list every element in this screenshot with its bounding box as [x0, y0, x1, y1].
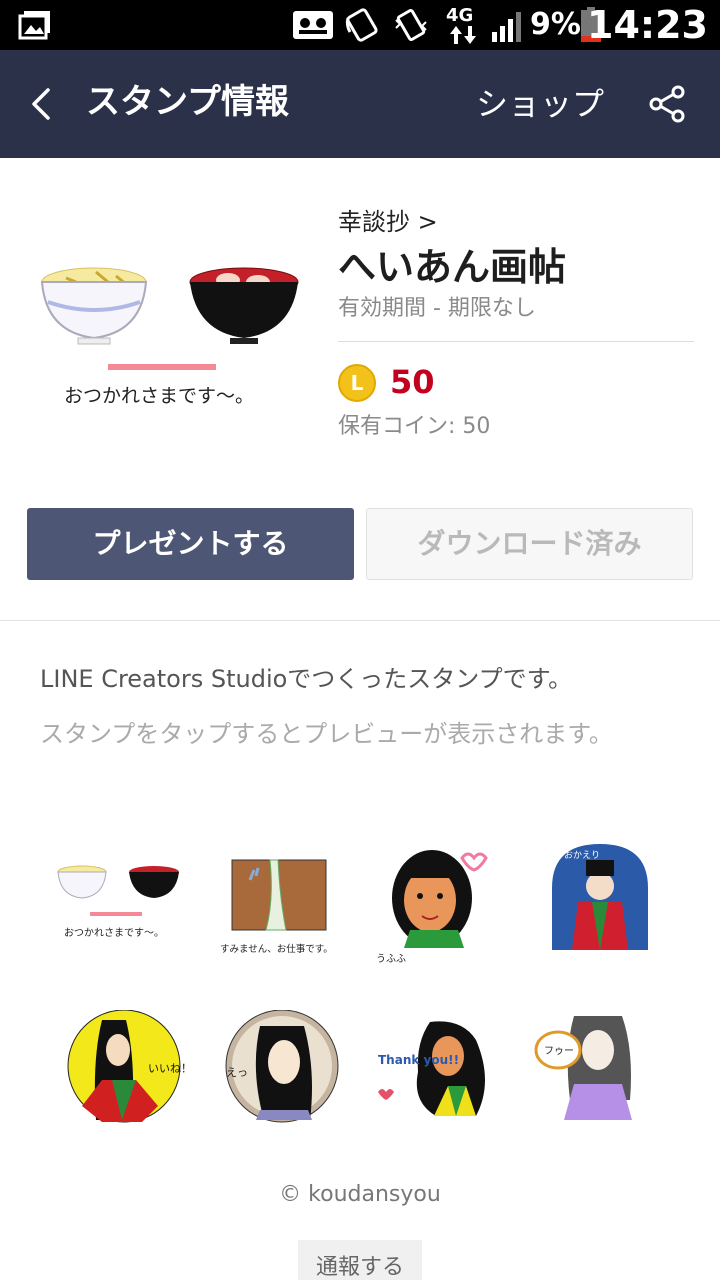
svg-text:すみません、お仕事です。: すみません、お仕事です。 — [220, 943, 333, 955]
divider — [338, 341, 694, 342]
report-button[interactable]: 通報する — [298, 1240, 422, 1280]
sticker-okaeri[interactable]: おかえり — [538, 838, 668, 968]
vibrate-icon — [395, 8, 427, 42]
sticker-curtain[interactable]: すみません、お仕事です。 — [214, 840, 344, 970]
creators-studio-note: LINE Creators Studioでつくったスタンプです。 — [40, 665, 573, 693]
main-sticker-caption: おつかれさまです〜。 — [64, 385, 254, 407]
sticker-iine[interactable]: いいね！ — [62, 1009, 192, 1140]
back-arrow-icon[interactable] — [22, 82, 62, 126]
sticker-ufufu[interactable]: うふふ — [374, 838, 504, 968]
price: 50 — [390, 363, 435, 401]
validity-period: 有効期間 - 期限なし — [338, 296, 536, 321]
svg-text:うふふ: うふふ — [376, 953, 406, 965]
svg-text:フゥー: フゥー — [544, 1046, 574, 1057]
svg-text:いいね！: いいね！ — [148, 1062, 192, 1075]
preview-hint: スタンプをタップするとプレビューが表示されます。 — [40, 720, 613, 748]
svg-text:おつかれさまです〜。: おつかれさまです〜。 — [64, 927, 164, 939]
line-coin-icon: L — [338, 364, 376, 402]
noodle-bowls-illustration: おつかれさまです〜。 — [40, 267, 299, 407]
sticker-e[interactable]: えっ — [220, 1009, 350, 1140]
author-link[interactable]: 幸談抄 > — [338, 206, 438, 238]
coins-held: 保有コイン: 50 — [338, 414, 491, 439]
status-bar: 4G 9% 14:23 — [0, 0, 720, 50]
signal-strength-icon — [492, 12, 521, 42]
svg-text:Thank you!!: Thank you!! — [378, 1053, 459, 1067]
app-bar: スタンプ情報 ショップ — [0, 50, 720, 158]
main-sticker-image: おつかれさまです〜。 — [36, 262, 306, 422]
nfc-icon — [345, 8, 378, 42]
shop-link[interactable]: ショップ — [476, 80, 604, 128]
sticker-pack-title: へいあん画帖 — [338, 245, 567, 289]
copyright: © koudansyou — [279, 1182, 441, 1207]
clock: 14:23 — [587, 3, 708, 47]
share-icon[interactable] — [648, 84, 688, 124]
present-button[interactable]: プレゼントする — [27, 508, 354, 580]
sticker-fuu[interactable]: フゥー — [534, 1010, 664, 1140]
downloaded-button: ダウンロード済み — [366, 508, 693, 580]
battery-percent: 9% — [530, 7, 581, 42]
section-divider — [0, 620, 720, 621]
sticker-noodle-soup[interactable]: おつかれさまです〜。 — [52, 858, 182, 988]
network-4g-icon: 4G — [446, 6, 482, 44]
page-title: スタンプ情報 — [86, 82, 289, 122]
voicemail-icon — [293, 11, 333, 39]
svg-text:おかえり: おかえり — [564, 850, 600, 861]
photo-notification-icon — [18, 11, 50, 40]
sticker-thank-you[interactable]: Thank you!! — [376, 1012, 506, 1142]
svg-text:えっ: えっ — [226, 1066, 248, 1079]
